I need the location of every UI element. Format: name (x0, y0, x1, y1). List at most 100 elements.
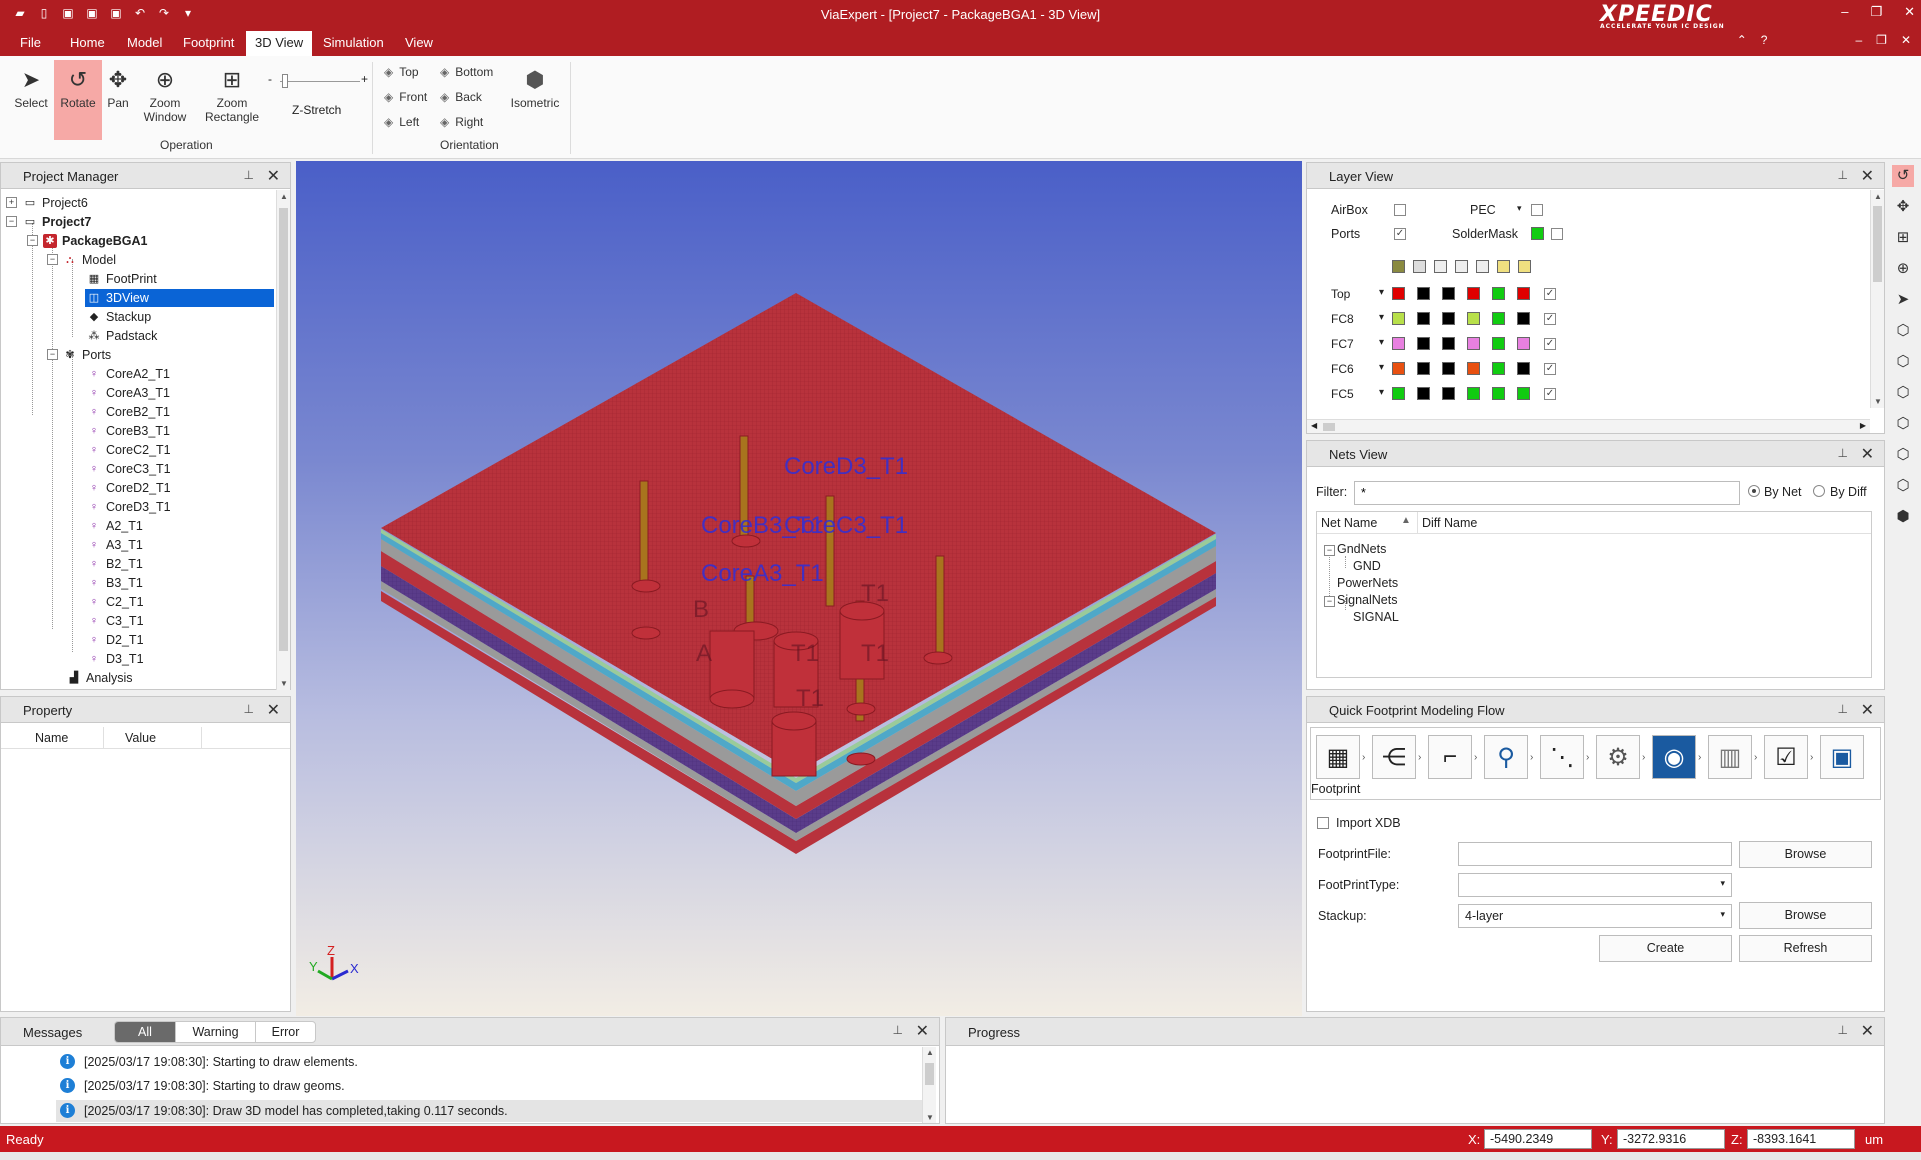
net-group-powernets[interactable]: PowerNets (1337, 576, 1398, 590)
tree-item-project7[interactable]: ▭ Project7 (23, 213, 92, 231)
zoom-window-icon[interactable]: ⊕ (1892, 258, 1914, 280)
layer-color-swatch[interactable] (1467, 387, 1480, 400)
layer-visible-checkbox[interactable]: ✓ (1544, 313, 1556, 325)
layer-color-swatch[interactable] (1417, 312, 1430, 325)
layer-color-swatch[interactable] (1417, 337, 1430, 350)
scroll-thumb[interactable] (925, 1063, 934, 1085)
restore-icon[interactable]: ❐ (1870, 4, 1882, 20)
layer-color-swatch[interactable] (1442, 362, 1455, 375)
tab-file[interactable]: File (20, 35, 41, 50)
trace-icon[interactable] (1455, 260, 1468, 273)
pan-icon[interactable]: ✥ (1892, 196, 1914, 218)
layer-color-swatch[interactable] (1517, 387, 1530, 400)
soldermask-color-swatch[interactable] (1531, 227, 1544, 240)
view-bottom-icon[interactable]: ⬡ (1892, 351, 1914, 373)
pad-icon[interactable] (1497, 260, 1510, 273)
scroll-up-icon[interactable]: ▲ (1871, 192, 1885, 201)
create-button[interactable]: Create (1599, 935, 1732, 962)
filter-warning-tab[interactable]: Warning (175, 1022, 255, 1042)
filter-input[interactable] (1354, 481, 1740, 505)
zstretch-slider[interactable] (280, 81, 360, 82)
messages-scrollbar[interactable]: ▲ ▼ (922, 1047, 936, 1123)
close-icon[interactable]: ✕ (267, 700, 280, 720)
filter-all-tab[interactable]: All (115, 1022, 175, 1042)
scroll-down-icon[interactable]: ▼ (277, 679, 291, 688)
view-top-button[interactable]: ◈ Top (384, 65, 419, 79)
layer-dropdown-icon[interactable]: ▾ (1379, 312, 1384, 323)
tab-simulation[interactable]: Simulation (323, 35, 384, 50)
check-step-icon[interactable]: ☑ (1764, 735, 1808, 779)
ports-checkbox[interactable]: ✓ (1394, 228, 1406, 240)
pin-icon[interactable]: ⊥ (1838, 702, 1848, 716)
tree-item-port[interactable]: ♀ D3_T1 (87, 650, 144, 668)
tree-item-port[interactable]: ♀ C2_T1 (87, 593, 144, 611)
layer-dropdown-icon[interactable]: ▾ (1379, 337, 1384, 348)
tree-item-port[interactable]: ♀ CoreB2_T1 (87, 403, 170, 421)
location-step-icon[interactable]: ⚲ (1484, 735, 1528, 779)
tab-model[interactable]: Model (127, 35, 162, 50)
layer-row[interactable]: FC6 ▾ ✓ (1307, 360, 1867, 378)
pec-checkbox[interactable] (1531, 204, 1543, 216)
settings-step-icon[interactable]: ⚙ (1596, 735, 1640, 779)
tree-item-port[interactable]: ♀ D2_T1 (87, 631, 144, 649)
close-icon[interactable]: ✕ (1861, 700, 1874, 720)
fanout-step-icon[interactable]: ⋲ (1372, 735, 1416, 779)
layer-row[interactable]: FC8 ▾ ✓ (1307, 310, 1867, 328)
layer-visible-checkbox[interactable]: ✓ (1544, 288, 1556, 300)
layer-color-swatch[interactable] (1417, 287, 1430, 300)
tree-item-package[interactable]: ✱ PackageBGA1 (43, 232, 147, 250)
by-diff-radio[interactable] (1813, 485, 1825, 497)
layer-color-swatch[interactable] (1417, 387, 1430, 400)
zstretch-minus[interactable]: - (268, 72, 272, 86)
browse-stackup-button[interactable]: Browse (1739, 902, 1872, 929)
layer-color-swatch[interactable] (1492, 287, 1505, 300)
layer-color-swatch[interactable] (1392, 312, 1405, 325)
view-front-button[interactable]: ◈ Front (384, 90, 427, 104)
close-icon[interactable]: ✕ (1861, 166, 1874, 186)
layer-dropdown-icon[interactable]: ▾ (1379, 362, 1384, 373)
tree-item-stackup[interactable]: ◆ Stackup (87, 308, 151, 326)
airbox-checkbox[interactable] (1394, 204, 1406, 216)
help-icon[interactable]: ? (1761, 33, 1768, 47)
import-xdb-checkbox[interactable] (1317, 817, 1329, 829)
scroll-thumb[interactable] (1323, 423, 1335, 431)
layer-color-swatch[interactable] (1392, 362, 1405, 375)
view-left-button[interactable]: ◈ Left (384, 115, 419, 129)
layer-outline-icon[interactable] (1413, 260, 1426, 273)
layer-color-swatch[interactable] (1442, 387, 1455, 400)
tab-3d-view[interactable]: 3D View (246, 31, 313, 56)
layer-row[interactable]: FC7 ▾ ✓ (1307, 335, 1867, 353)
soldermask-checkbox[interactable] (1551, 228, 1563, 240)
zstretch-slider-handle[interactable] (282, 74, 288, 88)
layer-dropdown-icon[interactable]: ▾ (1379, 287, 1384, 298)
layer-visible-checkbox[interactable]: ✓ (1544, 338, 1556, 350)
by-net-radio[interactable] (1748, 485, 1760, 497)
routing-step-icon[interactable]: ⌐ (1428, 735, 1472, 779)
zoom-rectangle-icon[interactable]: ⊞ (1892, 227, 1914, 249)
collapse-toggle[interactable]: − (27, 235, 38, 246)
close-icon[interactable]: ✕ (1861, 1021, 1874, 1041)
view-back-button[interactable]: ◈ Back (440, 90, 482, 104)
tree-item-port[interactable]: ♀ B3_T1 (87, 574, 143, 592)
sort-ascending-icon[interactable]: ▲ (1401, 515, 1411, 526)
scroll-up-icon[interactable]: ▲ (923, 1048, 937, 1057)
collapse-toggle[interactable]: − (1324, 596, 1335, 607)
close-window-icon[interactable]: ✕ (1904, 4, 1915, 20)
save-step-icon[interactable]: ▣ (1820, 735, 1864, 779)
layer-row[interactable]: FC5 ▾ ✓ (1307, 385, 1867, 403)
layer-color-swatch[interactable] (1392, 287, 1405, 300)
layer-color-swatch[interactable] (1467, 287, 1480, 300)
close-icon[interactable]: ✕ (1861, 444, 1874, 464)
tab-view[interactable]: View (405, 35, 433, 50)
net-item-signal[interactable]: SIGNAL (1353, 610, 1399, 624)
pin-icon[interactable]: ⊥ (893, 1023, 903, 1037)
collapse-toggle[interactable]: − (47, 349, 58, 360)
rotate-icon[interactable]: ↺ (1892, 165, 1914, 187)
message-row[interactable]: i [2025/03/17 19:08:30]: Draw 3D model ha… (60, 1103, 508, 1118)
column-diff-name[interactable]: Diff Name (1422, 516, 1477, 530)
layer-fill-icon[interactable] (1392, 260, 1405, 273)
mdi-restore-icon[interactable]: ❐ (1876, 33, 1887, 47)
close-icon[interactable]: ✕ (916, 1021, 929, 1041)
view-isometric-icon[interactable]: ⬢ (1892, 506, 1914, 528)
chip-step-icon[interactable]: ▦ (1316, 735, 1360, 779)
